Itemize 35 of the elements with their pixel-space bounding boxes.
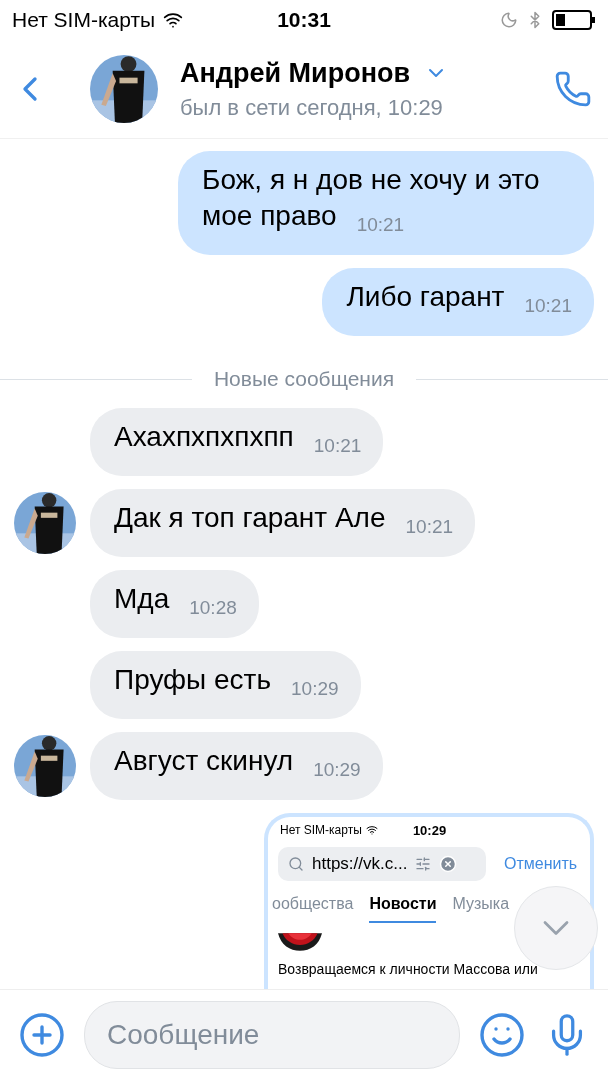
message-field[interactable]: Сообщение: [84, 1001, 460, 1069]
message-bubble: Ахахпхпхпхпп 10:21: [90, 408, 384, 476]
contact-name[interactable]: Андрей Миронов: [180, 57, 411, 89]
phone-button[interactable]: [554, 70, 592, 108]
filter-icon[interactable]: [415, 856, 432, 872]
moon-icon: [500, 11, 518, 29]
clear-icon[interactable]: [439, 855, 458, 873]
phone-icon: [554, 70, 592, 108]
tab[interactable]: Новости: [369, 895, 437, 923]
new-messages-divider: Новые сообщения: [213, 367, 395, 391]
search-value: https://vk.c...: [312, 854, 408, 874]
message-bubble: Пруфы есть 10:29: [90, 651, 361, 719]
battery-icon: [552, 10, 596, 30]
message-bubble: Август скинул 10:29: [90, 732, 383, 800]
screenshot-attachment[interactable]: Нет SIM-карты 10:29 https://vk.c... Отменить ообщества Новости Музыка Возвращаемся к личности Массова или: [264, 813, 594, 989]
message-bubble: Либо гарант 10:21: [322, 268, 594, 336]
message-bubble: Мда 10:28: [90, 570, 259, 638]
carrier-text: Нет SIM-карты: [12, 8, 156, 32]
message-bubble: Бож, я н дов не хочу и это мое право 10:21: [178, 151, 594, 255]
cancel-button[interactable]: Отменить: [504, 855, 578, 873]
last-seen-text: был в сети сегодня, 10:29: [180, 94, 444, 121]
clock-text: 10:31: [277, 8, 331, 32]
carrier-text: Нет SIM-карты: [280, 823, 362, 837]
tab[interactable]: Музыка: [452, 895, 510, 923]
emoji-button[interactable]: [478, 1011, 526, 1059]
message-bubble: Дак я топ гарант Але 10:21: [90, 489, 476, 557]
clock-text: 10:29: [412, 822, 447, 838]
search-icon: [288, 856, 304, 872]
post-text: Возвращаемся к личности Массова или: [277, 960, 539, 979]
add-button[interactable]: [18, 1011, 66, 1059]
wifi-icon: [365, 824, 378, 836]
smiley-icon: [478, 1011, 526, 1059]
plus-icon: [18, 1011, 66, 1059]
wifi-icon: [163, 10, 184, 30]
search-field[interactable]: https://vk.c...: [278, 847, 486, 881]
